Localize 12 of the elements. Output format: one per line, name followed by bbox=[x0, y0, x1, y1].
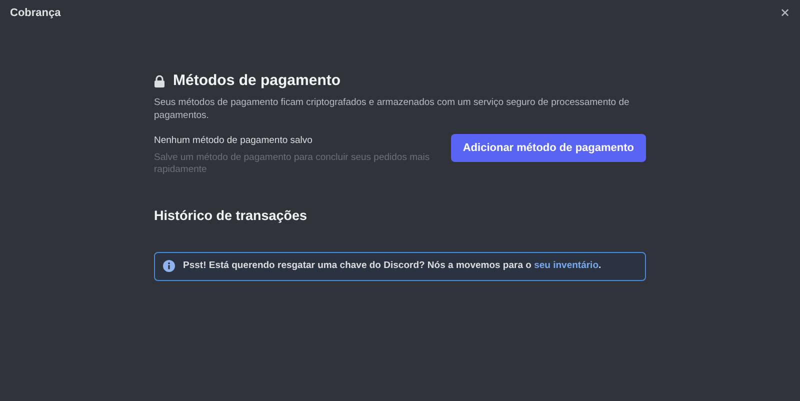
section-title: Métodos de pagamento bbox=[173, 71, 341, 91]
section-description: Seus métodos de pagamento ficam criptografados e armazenados com um serviço seguro de processamento de pagamentos. bbox=[154, 96, 630, 122]
lock-icon bbox=[154, 74, 165, 88]
add-payment-method-button[interactable]: Adicionar método de pagamento bbox=[450, 134, 646, 162]
empty-state-hint: Salve um método de pagamento para concluir seus pedidos mais rapidamente bbox=[154, 152, 431, 176]
info-icon bbox=[163, 260, 175, 272]
notice-text: Psst! Está querendo resgatar uma chave do Discord? Nós a movemos para o seu inventário. bbox=[183, 259, 602, 274]
close-button[interactable]: ✕ bbox=[778, 7, 792, 19]
inventory-link[interactable]: seu inventário bbox=[534, 260, 599, 272]
empty-state-title: Nenhum método de pagamento salvo bbox=[154, 134, 314, 148]
section-title: Histórico de transações bbox=[154, 207, 308, 226]
window-title: Cobrança bbox=[10, 6, 61, 21]
